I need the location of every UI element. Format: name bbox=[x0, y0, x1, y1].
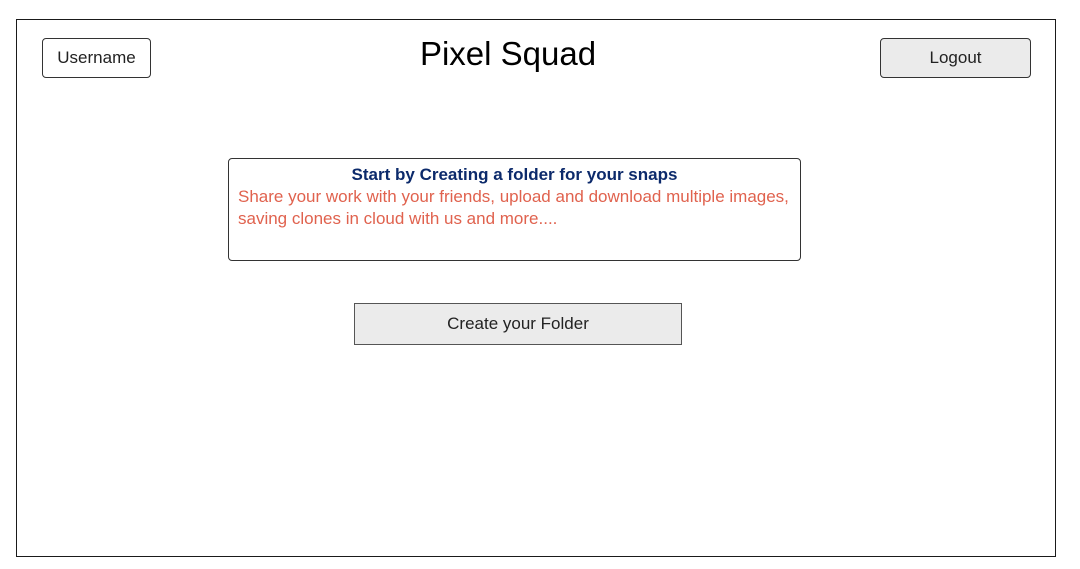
logout-label: Logout bbox=[929, 48, 982, 67]
create-folder-label: Create your Folder bbox=[447, 314, 589, 333]
app-frame: Username Pixel Squad Logout Start by Cre… bbox=[16, 19, 1056, 557]
info-description: Share your work with your friends, uploa… bbox=[238, 187, 789, 228]
info-heading: Start by Creating a folder for your snap… bbox=[351, 165, 678, 184]
info-panel: Start by Creating a folder for your snap… bbox=[228, 158, 801, 261]
logout-button[interactable]: Logout bbox=[880, 38, 1031, 78]
page-title: Pixel Squad bbox=[419, 35, 597, 72]
create-folder-button[interactable]: Create your Folder bbox=[354, 303, 682, 345]
